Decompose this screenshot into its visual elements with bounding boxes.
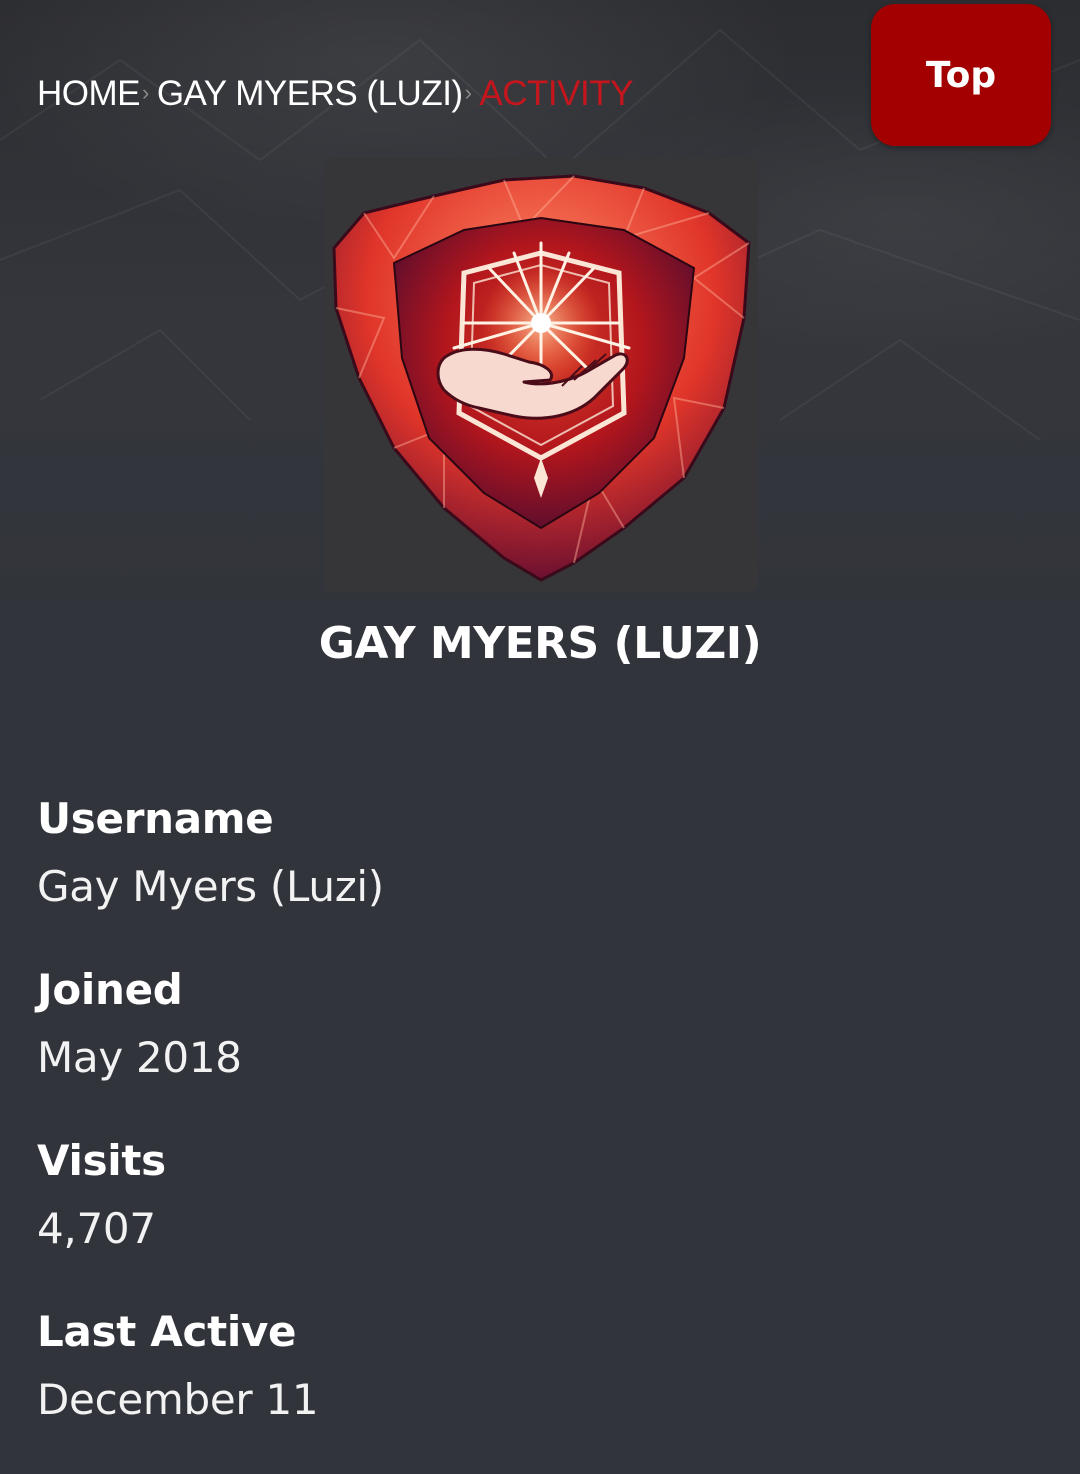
profile-name: GAY MYERS (LUZI)	[318, 618, 762, 669]
breadcrumb-home-link[interactable]: HOME	[37, 74, 141, 114]
avatar	[324, 158, 758, 592]
visits-value: 4,707	[37, 1204, 156, 1253]
last-active-label: Last Active	[37, 1307, 297, 1356]
joined-section: Joined May 2018	[37, 961, 1037, 1132]
back-to-top-button[interactable]: Top	[871, 4, 1051, 146]
breadcrumb: HOME › GAY MYERS (LUZI) › ACTIVITY	[37, 74, 633, 114]
joined-label: Joined	[37, 965, 183, 1014]
username-section: Username Gay Myers (Luzi)	[37, 790, 1037, 961]
visits-section: Visits 4,707	[37, 1132, 1037, 1303]
breadcrumb-separator-icon: ›	[464, 80, 472, 105]
joined-value: May 2018	[37, 1033, 242, 1082]
username-label: Username	[37, 794, 274, 843]
username-value: Gay Myers (Luzi)	[37, 862, 384, 911]
profile-info-list: Username Gay Myers (Luzi) Joined May 201…	[37, 790, 1037, 1474]
last-active-value: December 11	[37, 1375, 319, 1424]
breadcrumb-separator-icon: ›	[142, 80, 149, 105]
breadcrumb-current-page: ACTIVITY	[479, 74, 633, 113]
crystal-shield-hand-emblem-icon	[332, 174, 751, 582]
visits-label: Visits	[37, 1136, 166, 1185]
last-active-section: Last Active December 11	[37, 1303, 1037, 1474]
breadcrumb-profile-link[interactable]: GAY MYERS (LUZI)	[157, 74, 463, 114]
